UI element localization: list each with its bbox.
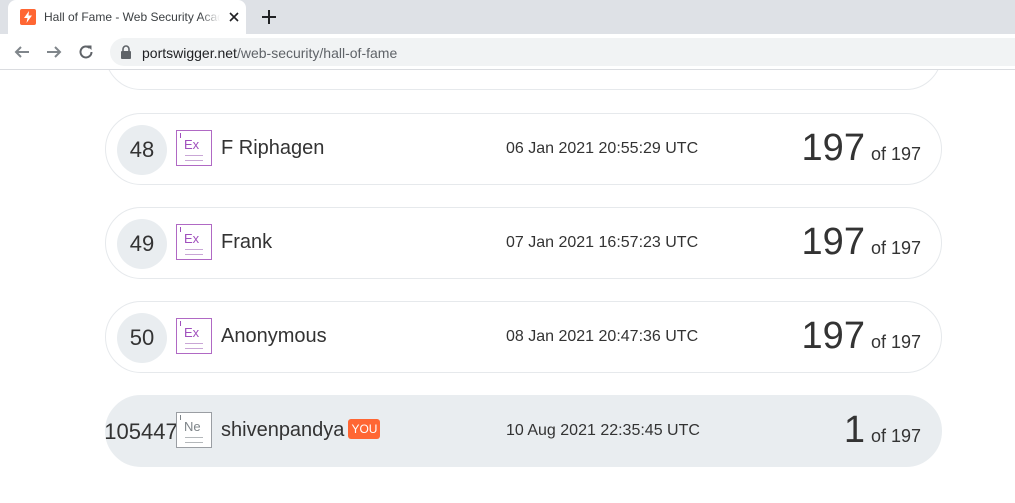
leaderboard-row: 49 Ex Frank 07 Jan 2021 16:57:23 UTC 197… <box>105 207 942 279</box>
expert-badge-icon: Ex <box>176 318 212 354</box>
badge-label: Ex <box>184 137 200 152</box>
user-name: F Riphagen <box>221 137 325 159</box>
user-name: Anonymous <box>221 325 327 347</box>
score-total: of 197 <box>870 144 921 164</box>
badge-label: Ex <box>184 231 200 246</box>
leaderboard-row: 48 Ex F Riphagen 06 Jan 2021 20:55:29 UT… <box>105 113 942 185</box>
score-total: of 197 <box>870 238 921 258</box>
address-bar[interactable]: portswigger.net/web-security/hall-of-fam… <box>110 38 1015 66</box>
url-domain: portswigger.net <box>142 45 237 61</box>
forward-arrow-icon[interactable] <box>44 42 64 62</box>
expert-badge-icon: Ex <box>176 224 212 260</box>
rank-number: 49 <box>117 219 167 269</box>
rank-number: 105447 <box>104 419 178 444</box>
user-name: Frank <box>221 231 273 253</box>
score-value: 197 <box>801 221 865 263</box>
rank-number: 48 <box>117 125 167 175</box>
back-arrow-icon[interactable] <box>12 42 32 62</box>
score-total: of 197 <box>870 332 921 352</box>
lock-icon[interactable] <box>120 45 134 59</box>
expert-badge-icon: Ex <box>176 130 212 166</box>
score-value: 197 <box>801 315 865 357</box>
browser-toolbar: portswigger.net/web-security/hall-of-fam… <box>0 34 1015 70</box>
newcomer-badge-icon: Ne <box>176 412 212 448</box>
score: 197 of 197 <box>802 127 921 170</box>
tab-strip: Hall of Fame - Web Security Academy <box>0 0 1015 34</box>
leaderboard-row: 50 Ex Anonymous 08 Jan 2021 20:47:36 UTC… <box>105 301 942 373</box>
rank-number: 50 <box>117 313 167 363</box>
score-total: of 197 <box>870 426 921 446</box>
user-name-text: shivenpandya <box>221 419 345 441</box>
portswigger-favicon-icon <box>20 9 36 25</box>
you-badge: YOU <box>348 419 381 439</box>
url-path: /web-security/hall-of-fame <box>236 45 398 61</box>
badge-label: Ne <box>184 419 201 434</box>
completion-time: 06 Jan 2021 20:55:29 UTC <box>506 140 699 157</box>
score: 1 of 197 <box>844 409 921 452</box>
url-text[interactable]: portswigger.net/web-security/hall-of-fam… <box>142 45 397 61</box>
completion-time: 08 Jan 2021 20:47:36 UTC <box>506 328 699 345</box>
score: 197 of 197 <box>802 221 921 264</box>
current-user-row: 105447 Ne shivenpandya YOU 10 Aug 2021 22… <box>104 395 942 467</box>
tab-title: Hall of Fame - Web Security Academy <box>44 10 220 24</box>
new-tab-icon[interactable] <box>259 7 279 27</box>
score: 197 of 197 <box>802 315 921 358</box>
completion-time: 07 Jan 2021 16:57:23 UTC <box>506 234 699 251</box>
hall-of-fame-page: 48 Ex F Riphagen 06 Jan 2021 20:55:29 UT… <box>0 70 1015 503</box>
close-tab-icon[interactable] <box>226 9 242 25</box>
user-name: shivenpandya YOU <box>221 419 381 442</box>
browser-tab[interactable]: Hall of Fame - Web Security Academy <box>8 0 246 34</box>
score-value: 197 <box>801 127 865 169</box>
leaderboard-row-partial <box>105 70 942 90</box>
score-value: 1 <box>843 409 865 451</box>
completion-time: 10 Aug 2021 22:35:45 UTC <box>506 422 700 439</box>
badge-label: Ex <box>184 325 200 340</box>
reload-icon[interactable] <box>76 42 96 62</box>
